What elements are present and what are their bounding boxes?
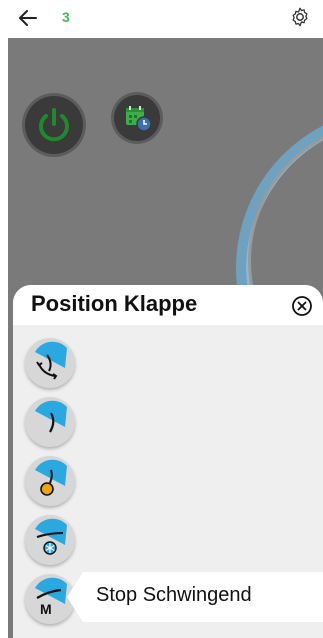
settings-gear-icon[interactable] (289, 6, 311, 28)
sun-heat-icon (35, 459, 67, 496)
power-button[interactable] (25, 96, 83, 154)
svg-text:M: M (40, 601, 52, 617)
flap-position-option-button[interactable] (25, 397, 75, 447)
power-icon (39, 108, 69, 142)
panel-title: Position Klappe (31, 291, 198, 316)
position-flap-panel: Position Klappe M Stop Schwingend (13, 285, 323, 638)
selected-option-label: Stop Schwingend (96, 584, 252, 606)
schedule-button[interactable] (114, 95, 160, 141)
close-icon[interactable] (291, 295, 313, 317)
back-arrow-icon[interactable] (16, 6, 40, 30)
swing-arrows-icon (35, 341, 67, 380)
heat-option-button[interactable] (25, 456, 75, 506)
selected-option-card[interactable]: Stop Schwingend (67, 572, 323, 622)
snowflake-cool-icon (35, 518, 67, 555)
step-number: 3 (62, 9, 70, 25)
top-bar: 3 (0, 0, 323, 38)
cool-option-button[interactable] (25, 515, 75, 565)
flap-position-icon (35, 400, 67, 433)
panel-header: Position Klappe (13, 285, 323, 325)
swing-option-button[interactable] (25, 338, 75, 388)
calendar-clock-icon (126, 106, 152, 132)
